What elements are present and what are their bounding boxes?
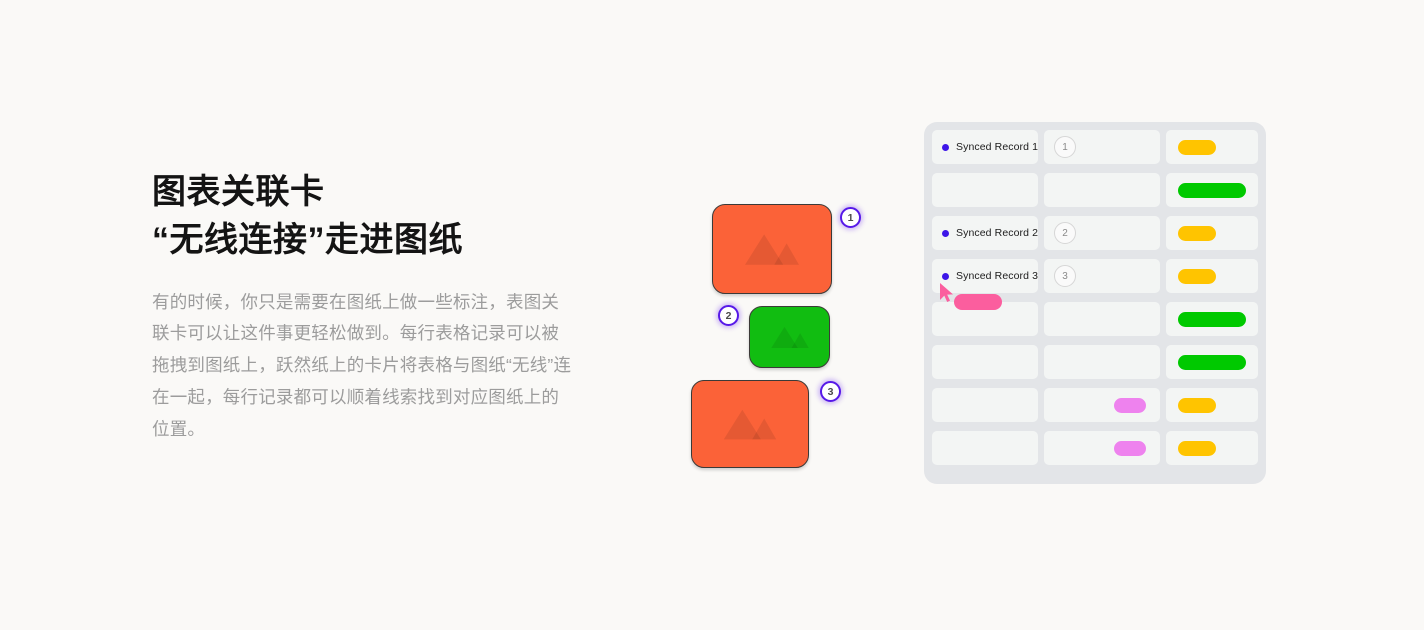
record-name-cell[interactable] [932,388,1038,422]
record-name-cell[interactable] [932,345,1038,379]
record-number-chip: 2 [1054,222,1076,244]
record-number-cell[interactable] [1043,302,1161,336]
record-number-cell[interactable]: 1 [1044,130,1161,164]
copy-block: 图表关联卡 “无线连接”走进图纸 有的时候，你只是需要在图纸上做一些标注，表图关… [152,168,572,446]
table-row[interactable] [932,431,1258,465]
image-mountain-icon [723,409,777,440]
record-name-cell[interactable]: Synced Record 3 [932,259,1038,293]
image-card[interactable] [691,380,809,468]
synced-record-dot-icon [942,143,949,151]
records-table[interactable]: Synced Record 1 1 Synced Record 2 2 Synced R… [924,122,1266,484]
card-badge-1[interactable]: 1 [840,207,861,228]
record-status-cell[interactable] [1166,259,1258,293]
image-card[interactable] [749,306,830,368]
card-badge-2[interactable]: 2 [718,305,739,326]
record-name-cell[interactable] [932,302,1038,336]
synced-record-dot-icon [942,229,949,237]
status-pill [1178,182,1247,198]
image-mountain-icon [770,326,809,348]
record-status-cell[interactable] [1166,173,1258,207]
record-number-cell[interactable]: 3 [1044,259,1161,293]
record-number-cell[interactable] [1043,345,1161,379]
page-title: 图表关联卡 “无线连接”走进图纸 [152,173,463,260]
record-status-cell[interactable] [1166,345,1258,379]
table-row[interactable] [932,173,1258,207]
status-pill [1178,440,1217,456]
record-name-cell[interactable]: Synced Record 1 [932,130,1038,164]
record-number-chip: 3 [1054,265,1076,287]
status-pill [1178,311,1247,327]
record-number-cell[interactable] [1043,431,1161,465]
record-status-cell[interactable] [1166,302,1258,336]
record-name-label: Synced Record 2 [956,227,1039,239]
record-name-label: Synced Record 3 [956,270,1039,282]
status-pill [1178,397,1217,413]
status-pill [1178,268,1217,284]
status-pill [1178,354,1247,370]
record-status-cell[interactable] [1166,130,1258,164]
record-number-cell[interactable]: 2 [1044,216,1161,250]
record-status-cell[interactable] [1166,431,1258,465]
card-badge-3[interactable]: 3 [820,381,841,402]
record-name-cell[interactable] [932,431,1038,465]
record-status-cell[interactable] [1166,216,1258,250]
table-row[interactable]: Synced Record 3 3 [932,259,1258,293]
record-number-chip: 1 [1054,136,1076,158]
record-name-cell[interactable] [932,173,1038,207]
table-row[interactable]: Synced Record 2 2 [932,216,1258,250]
record-number-cell[interactable] [1043,173,1161,207]
record-name-label: Synced Record 1 [956,141,1039,153]
status-pill [1178,225,1217,241]
status-pill [1114,440,1147,456]
drawing-canvas[interactable]: 1 2 3 [680,190,880,480]
table-row[interactable] [932,302,1258,336]
status-pill [1178,139,1217,155]
page-description: 有的时候，你只是需要在图纸上做一些标注，表图关联卡可以让这件事更轻松做到。每行表… [152,291,572,439]
record-status-cell[interactable] [1166,388,1258,422]
image-mountain-icon [745,234,799,265]
table-row[interactable] [932,388,1258,422]
table-row[interactable]: Synced Record 1 1 [932,130,1258,164]
status-pill [1114,397,1147,413]
synced-record-dot-icon [942,272,949,280]
image-card[interactable] [712,204,832,294]
record-number-cell[interactable] [1043,388,1161,422]
table-row[interactable] [932,345,1258,379]
record-name-cell[interactable]: Synced Record 2 [932,216,1038,250]
